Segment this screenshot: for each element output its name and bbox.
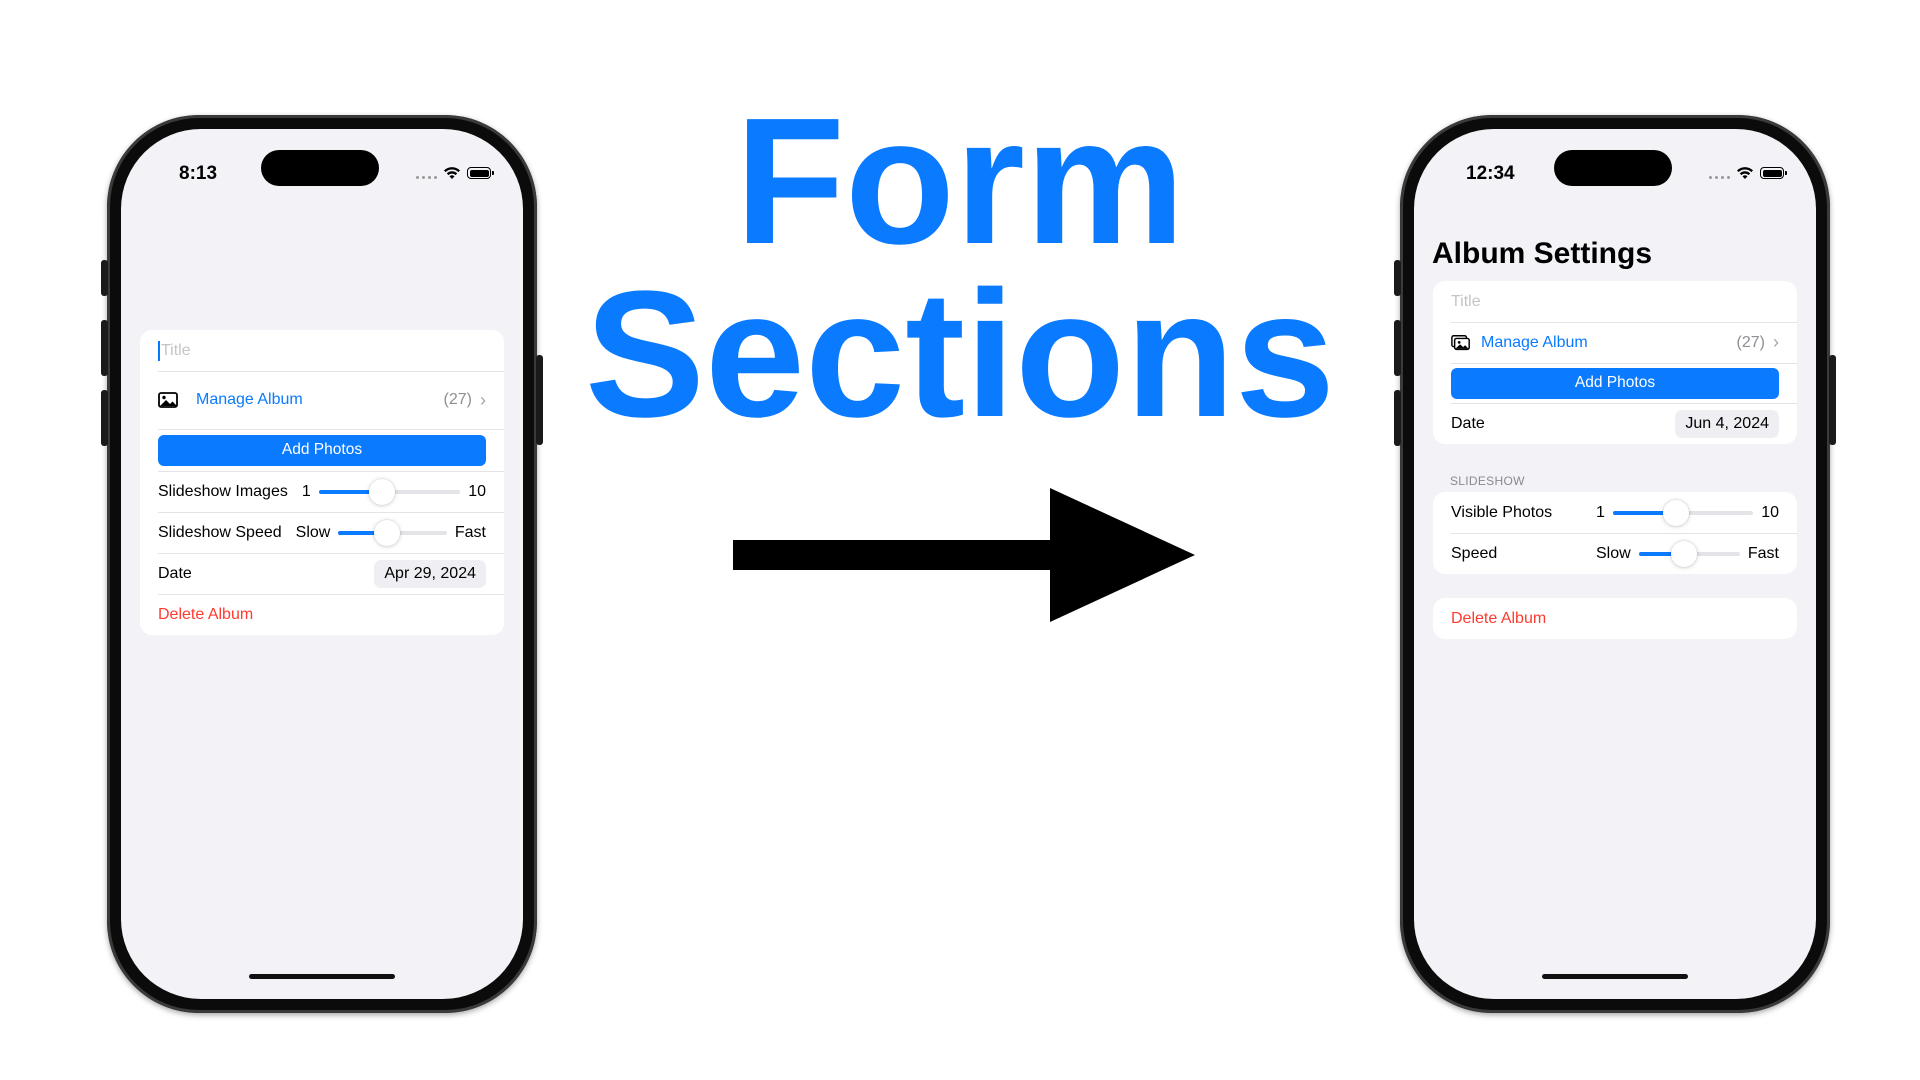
slideshow-card: Visible Photos 1 10 Speed Slow Fast	[1433, 492, 1797, 574]
visible-photos-row: Visible Photos 1 10	[1433, 492, 1797, 533]
date-label: Date	[1451, 414, 1485, 432]
dynamic-island	[1554, 150, 1672, 186]
section-header-slideshow: SLIDESHOW	[1450, 474, 1525, 488]
status-icons	[1709, 165, 1787, 181]
phone-before: 8:13 Title Manage Album (27) › Add Photo…	[101, 115, 543, 1013]
photo-icon	[158, 390, 178, 410]
visible-photos-slider[interactable]	[1612, 499, 1754, 526]
title-placeholder: Title	[1451, 292, 1481, 310]
date-row: Date Jun 4, 2024	[1433, 403, 1797, 444]
add-photos-row: Add Photos	[140, 429, 504, 471]
add-photos-row: Add Photos	[1433, 363, 1797, 403]
slider-min-label: Slow	[295, 523, 331, 541]
album-card: Title Manage Album (27) › Add Photos Dat…	[1433, 281, 1797, 444]
delete-card: Delete Album	[1433, 598, 1797, 639]
manage-album-label: Manage Album	[1481, 333, 1588, 351]
signal-icon	[1709, 167, 1730, 179]
text-caret	[158, 340, 160, 361]
manage-album-link[interactable]: Manage Album (27) ›	[1433, 322, 1797, 363]
form-card: Title Manage Album (27) › Add Photos Sli…	[140, 330, 504, 635]
manage-album-link[interactable]: Manage Album (27) ›	[140, 371, 504, 429]
delete-album-button[interactable]: Delete Album	[140, 594, 504, 635]
chevron-right-icon: ›	[480, 389, 486, 410]
date-picker[interactable]: Apr 29, 2024	[374, 559, 486, 588]
slider-min-label: 1	[301, 482, 311, 500]
slideshow-images-row: Slideshow Images 1 10	[140, 471, 504, 512]
album-count: (27)	[1736, 333, 1765, 351]
battery-icon	[467, 167, 494, 179]
add-photos-button[interactable]: Add Photos	[158, 434, 486, 466]
phone-after: 12:34 Album Settings Title Manage Album …	[1394, 115, 1836, 1013]
nav-title: Album Settings	[1432, 237, 1653, 270]
slider-max-label: 10	[1761, 503, 1779, 521]
slider-max-label: 10	[468, 482, 486, 500]
home-indicator[interactable]	[249, 974, 395, 979]
speed-label: Speed	[1451, 544, 1498, 562]
photo-stack-icon	[1451, 333, 1471, 353]
screen-before: 8:13 Title Manage Album (27) › Add Photo…	[121, 129, 523, 999]
date-picker[interactable]: Jun 4, 2024	[1675, 409, 1779, 438]
chevron-right-icon: ›	[1773, 332, 1779, 352]
status-time: 12:34	[1466, 163, 1515, 184]
date-label: Date	[158, 564, 192, 582]
wifi-icon	[444, 167, 460, 179]
slider-max-label: Fast	[1747, 544, 1779, 562]
slideshow-images-label: Slideshow Images	[158, 482, 288, 500]
slideshow-speed-label: Slideshow Speed	[158, 523, 282, 541]
manage-album-label: Manage Album	[196, 391, 303, 408]
wifi-icon	[1737, 167, 1753, 179]
delete-album-label: Delete Album	[158, 605, 254, 623]
status-time: 8:13	[179, 163, 218, 184]
home-indicator[interactable]	[1542, 974, 1688, 979]
date-row: Date Apr 29, 2024	[140, 553, 504, 594]
signal-icon	[416, 167, 437, 179]
title-placeholder: Title	[161, 341, 191, 359]
slideshow-speed-row: Slideshow Speed Slow Fast	[140, 512, 504, 553]
slideshow-images-slider[interactable]	[318, 478, 461, 505]
visible-photos-label: Visible Photos	[1451, 503, 1553, 521]
speed-row: Speed Slow Fast	[1433, 533, 1797, 574]
heading-form: Form	[735, 81, 1185, 282]
right-arrow-icon	[733, 488, 1195, 622]
dynamic-island	[261, 150, 379, 186]
slider-min-label: Slow	[1596, 544, 1631, 562]
delete-album-button[interactable]: Delete Album	[1433, 598, 1797, 639]
speed-slider[interactable]	[1638, 540, 1740, 567]
screen-after: 12:34 Album Settings Title Manage Album …	[1414, 129, 1816, 999]
album-count: (27)	[443, 391, 472, 408]
status-icons	[416, 165, 494, 181]
slider-min-label: 1	[1596, 503, 1605, 521]
battery-icon	[1760, 167, 1787, 179]
add-photos-button[interactable]: Add Photos	[1451, 367, 1779, 399]
heading-sections: Sections	[584, 254, 1336, 455]
title-field[interactable]: Title	[1433, 281, 1797, 322]
title-field[interactable]: Title	[140, 330, 504, 371]
slideshow-speed-slider[interactable]	[338, 519, 447, 546]
slider-max-label: Fast	[454, 523, 486, 541]
delete-album-label: Delete Album	[1451, 609, 1547, 627]
